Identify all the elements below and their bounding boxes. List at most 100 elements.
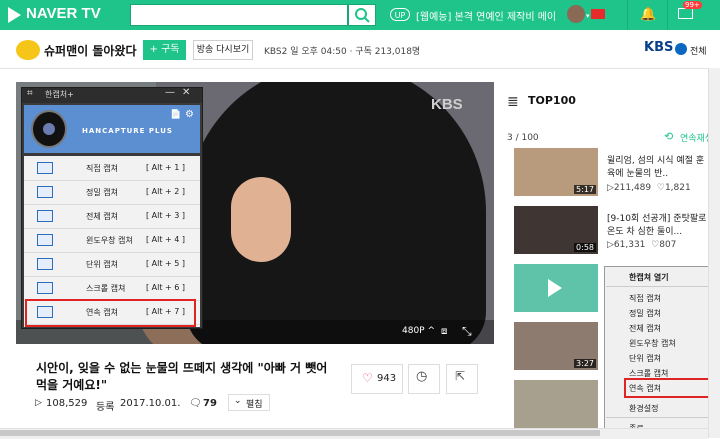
window-icon [37,234,53,246]
video-frame-ear [231,177,291,262]
capture-item-label: 정밀 캡쳐 [86,188,118,197]
network-logo[interactable]: KBS [644,40,673,55]
video-title-line: 먹을 거예요!" [36,378,108,392]
playlist-icon: ≣ [507,94,519,110]
top100-title: TOP100 [528,94,576,107]
mail-count-badge: 99+ [683,1,702,9]
duration-badge: 5:17 [574,185,596,194]
sidebar-item-title[interactable]: [9-10회 선공개] 준탓팔로 온도 차 심한 둘이... [607,213,711,239]
sidebar-thumbnail[interactable] [514,380,598,428]
capture-item-shortcut: [ Alt + 4 ] [146,235,186,244]
subscribe-button[interactable]: + 구독 [143,40,186,60]
menu-item-settings[interactable]: 환경설정 [629,403,658,414]
expand-label[interactable]: 펼침 [246,397,263,410]
bell-icon[interactable]: 🔔 [640,7,656,22]
flag-icon[interactable] [591,9,605,19]
network-logo-mark [675,43,687,55]
capture-item-scroll[interactable]: 스크롤 캡쳐 [ Alt + 6 ] [24,277,200,301]
mail-icon[interactable] [678,8,693,19]
up-badge: UP [390,8,410,21]
news-ticker-link[interactable]: [웹예능] 본격 연예인 제작비 메이... [416,8,556,23]
gear-icon[interactable]: ⚙ [185,109,194,120]
capture-item-direct[interactable]: 직접 캡쳐 [ Alt + 1 ] [24,157,200,181]
upload-date: 2017.10.01. [120,398,181,409]
clock-icon[interactable]: ◷ [416,369,427,384]
menu-item-window[interactable]: 윈도우창 캡쳐 [629,338,676,349]
highlight-box [25,299,196,327]
menu-item-direct[interactable]: 직접 캡쳐 [629,293,661,304]
precise-select-icon [37,186,53,198]
theater-mode-icon[interactable]: ⧈ [441,326,447,337]
tray-context-menu [604,266,718,438]
menu-item-full[interactable]: 전체 캡쳐 [629,323,661,334]
sidebar-thumbnail[interactable]: 3:27 [514,322,598,370]
heart-icon: ♡ [648,240,660,250]
camera-lens-center [43,123,55,135]
play-icon [548,279,562,297]
heart-icon[interactable]: ♡ [362,371,373,385]
repeat-icon[interactable]: ⟲ [664,130,673,143]
chevron-down-icon[interactable]: ▾ [586,12,590,20]
scroll-icon [37,282,53,294]
replay-button[interactable]: 방송 다시보기 [193,40,253,60]
sidebar-item-likes: 807 [659,240,677,250]
capture-item-unit[interactable]: 단위 캡쳐 [ Alt + 5 ] [24,253,200,277]
search-icon [355,8,370,23]
scrollbar-thumb[interactable] [0,430,600,436]
minimize-button[interactable]: — [165,87,175,98]
video-title-line: 시안이, 잊을 수 없는 눈물의 뜨떼지 생각에 "아빠 거 뺏어 [36,361,328,375]
capture-item-label: 직접 캡쳐 [86,164,118,173]
channel-logo[interactable] [16,40,40,60]
video-title: 시안이, 잊을 수 없는 눈물의 뜨떼지 생각에 "아빠 거 뺏어 먹을 거예요… [36,360,354,394]
capture-item-window[interactable]: 윈도우창 캡쳐 [ Alt + 4 ] [24,229,200,253]
duration-badge: 0:58 [574,243,596,252]
user-avatar[interactable] [567,5,585,23]
chevron-down-icon[interactable]: ⌄ [234,396,242,406]
menu-item-unit[interactable]: 단위 캡쳐 [629,353,661,364]
menu-item-open[interactable]: 한캡쳐 열기 [629,272,669,283]
capture-window-title: 한캡처+ [45,90,74,99]
channel-title[interactable]: 슈퍼맨이 돌아왔다 [44,42,137,59]
comment-count[interactable]: 79 [203,398,217,409]
all-channels-link[interactable]: 전체 [690,44,707,57]
sidebar-item-stats: ▷211,489 ♡1,821 [607,183,691,193]
comment-icon[interactable]: 🗨 [189,398,202,409]
capture-item-precise[interactable]: 정밀 캡쳐 [ Alt + 2 ] [24,181,200,205]
sidebar-item-title[interactable]: 윌리엄, 섬의 시식 예절 훈육에 눈물의 반.. [607,155,711,181]
search-input[interactable] [130,4,348,26]
capture-item-shortcut: [ Alt + 6 ] [146,283,186,292]
sidebar-item-views: 61,331 [613,240,646,250]
search-button[interactable] [348,4,376,26]
menu-divider [606,286,716,287]
capture-item-shortcut: [ Alt + 5 ] [146,259,186,268]
capture-brand: HANCAPTURE PLUS [82,127,173,135]
capture-item-full[interactable]: 전체 캡쳐 [ Alt + 3 ] [24,205,200,229]
sidebar-item-stats: ▷61,331 ♡807 [607,240,676,250]
play-logo-icon[interactable] [8,7,21,23]
broadcaster-watermark: KBS [431,96,463,113]
vertical-scrollbar[interactable] [708,68,720,438]
date-label: 등록 [96,402,115,413]
play-count-icon: ▷ [35,398,42,408]
broadcast-info: KBS2 일 오후 04:50 · 구독 213,018명 [264,47,421,57]
menu-divider [606,417,716,418]
divider [627,0,628,30]
highlight-box [624,378,720,398]
capture-item-shortcut: [ Alt + 1 ] [146,163,186,172]
quality-selector[interactable]: 480P ^ [402,326,435,336]
sidebar-thumbnail[interactable] [514,264,598,312]
like-count: 943 [377,373,397,384]
sidebar-item-views: 211,489 [613,183,652,193]
sidebar-thumbnail[interactable]: 0:58 [514,206,598,254]
document-icon[interactable]: 📄 [170,110,181,120]
sidebar-item-likes: 1,821 [664,183,691,193]
capture-item-shortcut: [ Alt + 2 ] [146,187,186,196]
menu-item-precise[interactable]: 정밀 캡쳐 [629,308,661,319]
naver-tv-logo[interactable]: NAVER TV [26,5,101,22]
capture-item-label: 윈도우창 캡쳐 [86,236,133,245]
share-icon[interactable]: ⇱ [455,369,465,383]
close-icon[interactable]: ✕ [182,87,190,98]
divider [667,0,668,30]
sidebar-thumbnail[interactable]: 5:17 [514,148,598,196]
fullscreen-icon[interactable]: ⤡ [462,324,472,339]
